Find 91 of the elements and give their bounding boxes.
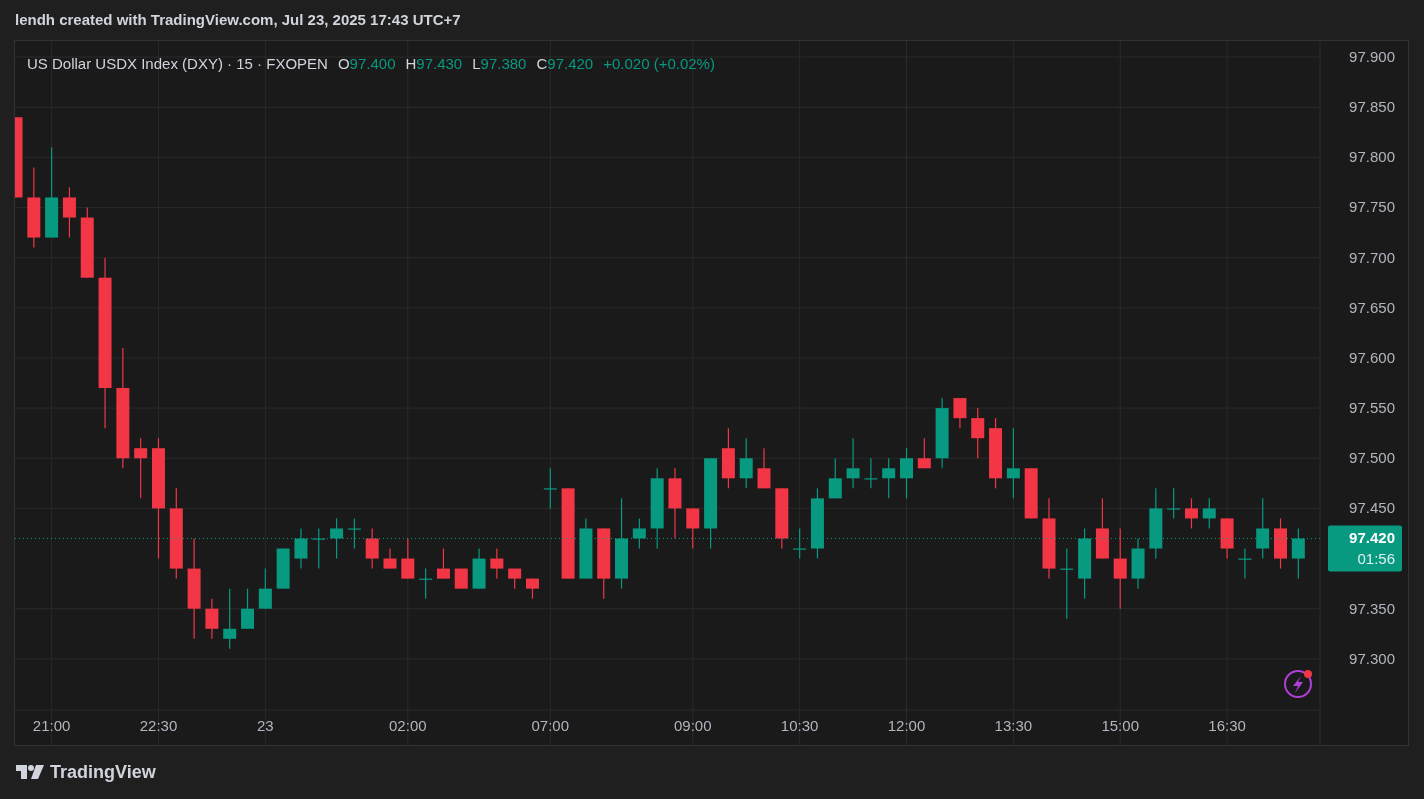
time-axis-label: 12:00 (887, 717, 926, 734)
candlestick (383, 547, 397, 570)
ohlc-label: C (536, 54, 548, 74)
candlestick (526, 578, 539, 600)
candlestick (436, 547, 450, 580)
lightning-icon[interactable] (1284, 670, 1312, 698)
candlestick (846, 437, 860, 489)
candlestick (1184, 497, 1198, 530)
price-axis-label: 97.900 (1349, 48, 1395, 66)
attribution-text: lendh created with TradingView.com, Jul 23, 2025 17:43 UTC+7 (15, 10, 461, 31)
price-axis-label: 97.750 (1349, 198, 1395, 216)
candlestick (739, 437, 753, 489)
candlestick (508, 568, 522, 590)
candlestick (241, 588, 255, 630)
time-axis-label: 07:00 (531, 717, 570, 734)
logo-icon (16, 765, 44, 779)
candlestick (1006, 427, 1020, 499)
candlestick (223, 588, 237, 650)
ohlc-label: H (405, 54, 417, 74)
candlestick (882, 457, 896, 499)
change-value: +0.020 (+0.02%) (603, 54, 715, 74)
symbol-title: US Dollar USDX Index (DXY) · 15 · FXOPEN (27, 54, 328, 74)
candlestick (935, 397, 949, 469)
price-axis-label: 97.650 (1349, 298, 1395, 316)
candlestick (579, 517, 593, 580)
candlestick (258, 568, 272, 610)
candlestick (365, 527, 379, 570)
candlestick (1024, 467, 1038, 520)
candlestick (1291, 527, 1305, 580)
candlestick (864, 457, 878, 489)
candlestick (347, 517, 361, 550)
candlestick (632, 517, 646, 550)
time-axis-label: 10:30 (780, 717, 819, 734)
candlestick (1256, 497, 1270, 560)
candlestick (1220, 517, 1234, 560)
candlestick (793, 527, 807, 560)
candlestick (62, 186, 76, 239)
candlestick (490, 547, 504, 580)
price-axis-label: 97.500 (1349, 449, 1395, 467)
price-axis-label: 97.700 (1349, 248, 1395, 266)
time-axis-label: 21:00 (32, 717, 71, 734)
candlestick (971, 407, 985, 459)
ohlc-value: 97.380 (480, 54, 527, 74)
ohlc-value: 97.430 (416, 54, 463, 74)
candlestick (900, 447, 913, 499)
candlestick (757, 447, 771, 489)
candlestick (1274, 517, 1287, 570)
candlestick (1238, 547, 1252, 580)
candlestick (1167, 487, 1181, 520)
candlestick (953, 397, 967, 429)
last-price: 97.420 (1349, 529, 1395, 547)
countdown-timer: 01:56 (1357, 550, 1395, 568)
candlestick (294, 527, 308, 570)
price-axis-label: 97.450 (1349, 499, 1395, 517)
price-axis-label: 97.800 (1349, 148, 1395, 166)
time-axis-label: 02:00 (389, 717, 427, 734)
candlestick (1095, 497, 1109, 560)
candlestick (472, 547, 486, 590)
candlestick (134, 437, 148, 499)
time-axis-label: 15:00 (1101, 717, 1139, 734)
candlestick (989, 417, 1003, 489)
time-axis-label: 16:30 (1208, 717, 1246, 734)
candlestick (828, 457, 842, 499)
candlestick (276, 547, 290, 590)
candlestick (917, 437, 931, 469)
ohlc-value: 97.400 (349, 54, 396, 74)
candlestick (419, 568, 433, 600)
candlestick (1202, 497, 1216, 530)
price-axis-label: 97.600 (1349, 348, 1395, 366)
time-axis-label: 23 (257, 717, 274, 734)
candlestick (775, 487, 789, 550)
candlestick (330, 517, 344, 560)
time-axis-label: 13:30 (994, 717, 1033, 734)
candlestick (721, 427, 735, 489)
ohlc-label: L (472, 54, 481, 74)
ohlc-label: O (337, 54, 350, 74)
time-axis-label: 09:00 (674, 717, 712, 734)
candlestick (686, 507, 700, 550)
logo-text: TradingView (50, 760, 156, 784)
candlestick (454, 568, 468, 590)
candlestick (312, 527, 326, 570)
candlestick (543, 467, 557, 509)
price-axis-label: 97.350 (1349, 599, 1395, 617)
price-axis-label: 97.550 (1349, 399, 1395, 417)
candlestick (401, 537, 415, 580)
time-axis-label: 22:30 (139, 717, 178, 734)
candlestick (205, 598, 219, 640)
price-axis-label: 97.300 (1349, 649, 1395, 667)
candlestick (1131, 537, 1145, 590)
ohlc-value: 97.420 (547, 54, 594, 74)
price-axis-label: 97.850 (1349, 98, 1395, 116)
